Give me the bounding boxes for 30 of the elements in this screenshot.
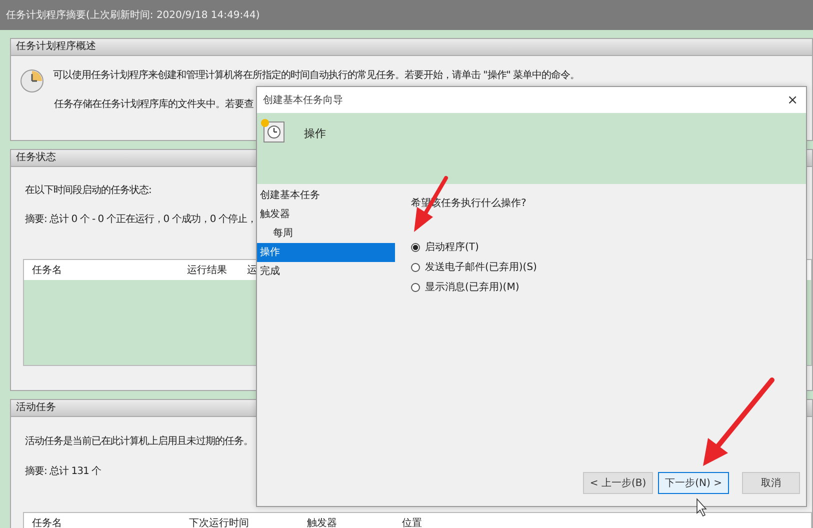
clock-icon	[20, 69, 44, 93]
status-text: 摘要: 总计 0 个 - 0 个正在运行，0 个成功，0 个停止，	[25, 212, 256, 226]
dialog-title: 创建基本任务向导	[263, 94, 343, 107]
status-text: 在以下时间段启动的任务状态:	[25, 184, 152, 197]
wizard-button[interactable]: < 上一步(B)	[582, 472, 654, 494]
close-button[interactable]: ×	[787, 92, 798, 108]
description-text: 任务存储在任务计划程序库的文件夹中。若要查	[54, 98, 254, 111]
description-text: 可以使用任务计划程序来创建和管理计算机将在所指定的时间自动执行的常见任务。若要开始，请单击 "操作" 菜单中的命令。	[53, 68, 580, 82]
column-header[interactable]: 下次运行时间	[189, 516, 307, 528]
column-header[interactable]: 任务名	[32, 263, 187, 277]
step-heading: 操作	[304, 126, 326, 141]
window-title: 任务计划程序摘要(上次刷新时间: 2020/9/18 14:49:44)	[6, 8, 260, 22]
radio-option[interactable]: 显示消息(已弃用)(M)	[411, 280, 537, 294]
radio-option[interactable]: 启动程序(T)	[411, 240, 537, 254]
wizard-step[interactable]: 操作	[257, 243, 395, 262]
wizard-button[interactable]: 取消	[742, 472, 800, 494]
column-header[interactable]: 运行结果	[187, 263, 247, 277]
wizard-step[interactable]: 完成	[257, 262, 395, 281]
wizard-button[interactable]: 下一步(N) >	[658, 472, 729, 494]
column-header[interactable]: 触发器	[307, 516, 402, 528]
wizard-step[interactable]: 创建基本任务	[257, 186, 395, 205]
section-header[interactable]: 任务计划程序概述	[11, 39, 812, 56]
active-tasks-text: 活动任务是当前已在此计算机上启用且未过期的任务。	[25, 434, 253, 448]
wizard-step[interactable]: 触发器	[257, 205, 395, 224]
active-tasks-text: 摘要: 总计 131 个	[25, 464, 101, 478]
column-header[interactable]: 任务名	[32, 516, 189, 528]
task-clock-icon	[260, 118, 286, 144]
radio-option[interactable]: 发送电子邮件(已弃用)(S)	[411, 260, 537, 274]
column-header[interactable]: 位置	[402, 516, 811, 528]
wizard-step[interactable]: 每周	[257, 224, 395, 243]
